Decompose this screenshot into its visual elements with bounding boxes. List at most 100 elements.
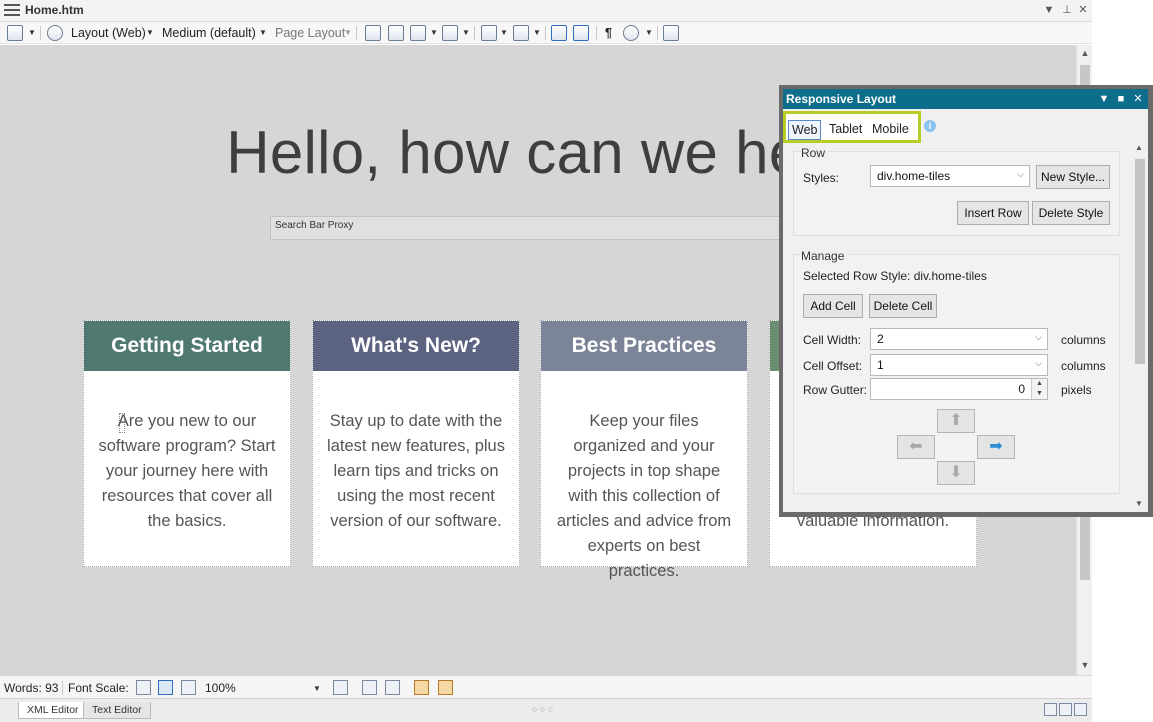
medium-dropdown-arrow-icon[interactable]: ▼ [259, 25, 267, 41]
chevron-down-icon: ⌵ [1017, 169, 1024, 179]
add-cell-button[interactable]: Add Cell [803, 294, 863, 318]
layout-view-icon[interactable] [333, 680, 348, 695]
show-tags-icon[interactable] [365, 25, 381, 41]
delete-cell-button[interactable]: Delete Cell [869, 294, 937, 318]
cell-width-select[interactable]: 2 ⌵ [870, 328, 1048, 350]
page-layout-dropdown[interactable]: Page Layout [275, 25, 345, 41]
layout-icon[interactable] [47, 25, 63, 41]
move-right-arrow-icon[interactable]: ➡ [977, 435, 1015, 459]
text-format-dropdown-icon[interactable]: ▼ [533, 25, 541, 41]
panel-scroll-down-icon[interactable]: ▼ [1135, 499, 1143, 508]
preview-dropdown-icon[interactable]: ▼ [28, 25, 36, 41]
tab-web[interactable]: Web [788, 120, 822, 140]
markers-dropdown-icon[interactable]: ▼ [462, 25, 470, 41]
word-count: Words: 93 [4, 681, 59, 695]
cell-offset-value: 1 [877, 358, 884, 372]
tile-best-practices[interactable]: Best Practices Keep your files organized… [540, 320, 748, 580]
move-down-arrow-icon[interactable]: ⬇ [937, 461, 975, 485]
close-icon[interactable]: ✕ [1076, 3, 1090, 17]
new-style-button[interactable]: New Style... [1036, 165, 1110, 189]
tile-getting-started[interactable]: Getting Started Are you new to our softw… [83, 320, 291, 567]
row-gutter-value: 0 [1018, 382, 1025, 396]
panel-scroll-up-icon[interactable]: ▲ [1135, 143, 1143, 152]
dropdown-arrow-icon[interactable]: ▼ [1042, 3, 1056, 17]
move-up-arrow-icon[interactable]: ⬆ [937, 409, 975, 433]
conditions-icon[interactable] [481, 25, 497, 41]
responsive-layout-panel: Responsive Layout ▼ ■ ✕ Web Tablet Mobil… [779, 85, 1153, 517]
panel-menu-arrow-icon[interactable]: ▼ [1097, 89, 1111, 109]
editor-tab-bar: XML Editor Text Editor ○ ○ ○ [0, 698, 1092, 722]
horizontal-ruler-icon[interactable] [414, 680, 429, 695]
insert-row-button[interactable]: Insert Row [957, 201, 1029, 225]
status-bar: Words: 93 Font Scale: 100% ▼ [0, 675, 1092, 698]
panel-maximize-icon[interactable]: ■ [1114, 89, 1128, 109]
info-icon[interactable]: i [924, 120, 936, 132]
editor-toolbar: ▼ Layout (Web) ▼ Medium (default) ▼ Page… [0, 22, 1092, 44]
row-gutter-input[interactable]: 0 ▲ ▼ [870, 378, 1048, 400]
font-scale-increase-icon[interactable] [181, 680, 196, 695]
cell-width-unit: columns [1061, 333, 1106, 347]
tile-title: Best Practices [541, 321, 747, 371]
splitter-grip-icon[interactable]: ○ ○ ○ [532, 704, 553, 714]
snippets-icon[interactable] [573, 25, 589, 41]
row-gutter-spinner[interactable]: ▲ ▼ [1031, 379, 1047, 399]
cell-offset-select[interactable]: 1 ⌵ [870, 354, 1048, 376]
markers-icon[interactable] [442, 25, 458, 41]
tab-mobile[interactable]: Mobile [869, 120, 912, 140]
manage-group-label: Manage [801, 249, 848, 263]
toolbar-separator [40, 26, 41, 40]
show-formatting-icon[interactable]: ¶ [605, 25, 612, 41]
split-vertical-icon[interactable] [1059, 703, 1072, 716]
conditions-dropdown-icon[interactable]: ▼ [500, 25, 508, 41]
tile-whats-new[interactable]: What's New? Stay up to date with the lat… [312, 320, 520, 567]
toolbar-separator [356, 26, 357, 40]
image-dropdown-icon[interactable]: ▼ [430, 25, 438, 41]
pin-icon[interactable]: ⊥ [1060, 3, 1074, 17]
tile-body: Are you new to our software program? Sta… [98, 412, 276, 530]
preview-icon[interactable] [7, 25, 23, 41]
page-layout-dropdown-arrow-icon[interactable]: ▼ [344, 25, 352, 41]
zoom-level[interactable]: 100% [205, 681, 236, 695]
table-structure-icon[interactable] [385, 680, 400, 695]
move-left-arrow-icon[interactable]: ⬅ [897, 435, 935, 459]
tile-body: Stay up to date with the latest new feat… [327, 412, 505, 530]
structure-bar-icon[interactable] [362, 680, 377, 695]
toolbar-separator [657, 26, 658, 40]
zoom-dropdown-icon[interactable]: ▼ [313, 681, 321, 697]
hamburger-menu-icon[interactable] [4, 4, 20, 18]
search-bar-proxy[interactable]: Search Bar Proxy [270, 216, 810, 240]
tab-tablet[interactable]: Tablet [826, 120, 865, 140]
vertical-ruler-icon[interactable] [438, 680, 453, 695]
panel-scrollbar[interactable]: ▲ ▼ [1132, 141, 1148, 512]
insert-icon[interactable] [663, 25, 679, 41]
tab-xml-editor[interactable]: XML Editor [18, 702, 88, 719]
font-scale-decrease-icon[interactable] [136, 680, 151, 695]
chevron-down-icon: ⌵ [1035, 358, 1042, 368]
cell-width-label: Cell Width: [803, 333, 862, 347]
view-mode-icon[interactable] [623, 25, 639, 41]
image-icon[interactable] [410, 25, 426, 41]
tile-title: Getting Started [84, 321, 290, 371]
panel-title: Responsive Layout [783, 89, 1148, 109]
variables-icon[interactable] [551, 25, 567, 41]
scroll-up-icon[interactable]: ▲ [1079, 48, 1091, 58]
split-horizontal-icon[interactable] [1044, 703, 1057, 716]
text-format-icon[interactable] [513, 25, 529, 41]
single-pane-icon[interactable] [1074, 703, 1087, 716]
layout-dropdown[interactable]: Layout (Web) [71, 25, 146, 41]
delete-style-button[interactable]: Delete Style [1032, 201, 1110, 225]
panel-close-icon[interactable]: ✕ [1131, 89, 1145, 109]
view-mode-dropdown-icon[interactable]: ▼ [645, 25, 653, 41]
styles-select[interactable]: div.home-tiles ⌵ [870, 165, 1030, 187]
tab-text-editor[interactable]: Text Editor [83, 702, 151, 719]
panel-scrollbar-thumb[interactable] [1135, 159, 1145, 364]
medium-dropdown[interactable]: Medium (default) [162, 25, 256, 41]
cell-width-value: 2 [877, 332, 884, 346]
status-separator [62, 681, 63, 695]
layout-dropdown-arrow-icon[interactable]: ▼ [146, 25, 154, 41]
scroll-down-icon[interactable]: ▼ [1079, 660, 1091, 670]
font-scale-reset-icon[interactable] [158, 680, 173, 695]
show-blocks-icon[interactable] [388, 25, 404, 41]
styles-label: Styles: [803, 171, 840, 185]
device-tabs: Web Tablet Mobile [783, 111, 921, 143]
